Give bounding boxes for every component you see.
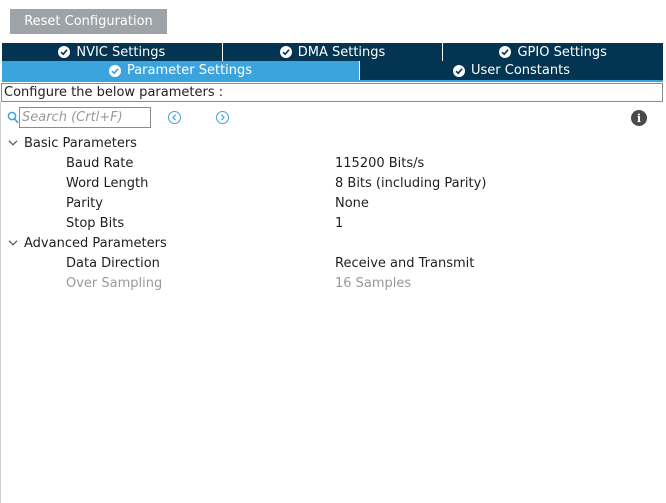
tab-user-constants[interactable]: User Constants: [360, 61, 663, 80]
check-circle-icon: [108, 64, 121, 77]
chevron-down-icon[interactable]: [8, 238, 18, 248]
tab-parameter-settings[interactable]: Parameter Settings: [2, 61, 360, 80]
param-name: Data Direction: [66, 255, 160, 271]
param-name: Word Length: [66, 175, 149, 191]
group-label: Basic Parameters: [24, 135, 137, 151]
tab-gpio-settings[interactable]: GPIO Settings: [443, 43, 664, 61]
search-icon: [7, 111, 19, 124]
param-name: Over Sampling: [66, 275, 163, 291]
param-name: Baud Rate: [66, 155, 134, 171]
tab-label: User Constants: [471, 63, 570, 78]
tab-nvic-settings[interactable]: NVIC Settings: [2, 43, 223, 61]
tab-underline: [2, 80, 663, 82]
tab-label: Parameter Settings: [126, 63, 253, 78]
check-circle-icon: [453, 64, 465, 77]
search-previous-button[interactable]: [168, 111, 181, 124]
tab-label: DMA Settings: [297, 44, 386, 60]
param-row-stop-bits[interactable]: Stop Bits 1: [0, 213, 666, 233]
param-name: Parity: [66, 195, 103, 211]
param-value[interactable]: Receive and Transmit: [335, 256, 474, 271]
param-value[interactable]: 115200 Bits/s: [335, 156, 424, 171]
param-value: 16 Samples: [335, 275, 412, 291]
check-circle-icon: [58, 46, 71, 58]
param-row-data-direction[interactable]: Data Direction Receive and Transmit: [0, 253, 666, 273]
param-value[interactable]: None: [335, 196, 369, 211]
param-row-parity[interactable]: Parity None: [0, 193, 666, 213]
param-name: Stop Bits: [66, 215, 125, 231]
tab-label: GPIO Settings: [517, 44, 607, 60]
param-value[interactable]: 1: [335, 216, 343, 231]
tab-dma-settings[interactable]: DMA Settings: [222, 43, 444, 61]
param-row-baud-rate[interactable]: Baud Rate 115200 Bits/s: [0, 153, 666, 173]
chevron-right-icon: [220, 114, 225, 121]
group-label: Advanced Parameters: [24, 235, 167, 251]
check-circle-icon: [279, 46, 292, 58]
info-icon[interactable]: i: [631, 110, 647, 126]
search-input[interactable]: [19, 107, 151, 128]
tab-row-1: NVIC Settings DMA Settings GPIO Settings: [2, 43, 664, 61]
param-row-over-sampling: Over Sampling 16 Samples: [0, 273, 666, 293]
chevron-left-icon: [172, 114, 177, 121]
group-basic-parameters[interactable]: Basic Parameters: [0, 133, 666, 153]
configure-label: Configure the below parameters :: [1, 83, 663, 102]
tab-label: NVIC Settings: [76, 44, 166, 60]
param-row-word-length[interactable]: Word Length 8 Bits (including Parity): [0, 173, 666, 193]
parameter-tree: Basic Parameters Baud Rate 115200 Bits/s…: [0, 133, 666, 293]
param-value[interactable]: 8 Bits (including Parity): [335, 176, 486, 191]
search-next-button[interactable]: [216, 111, 229, 124]
chevron-down-icon[interactable]: [8, 138, 18, 148]
group-advanced-parameters[interactable]: Advanced Parameters: [0, 233, 666, 253]
tab-row-2: Parameter Settings User Constants: [2, 61, 663, 80]
reset-configuration-button[interactable]: Reset Configuration: [10, 9, 167, 34]
check-circle-icon: [499, 46, 512, 58]
